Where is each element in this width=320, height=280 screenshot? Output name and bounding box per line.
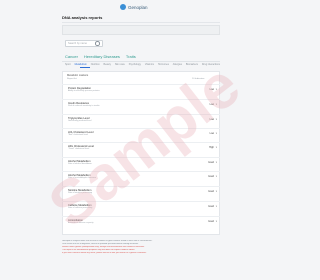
sub-tabs: Sport Metabolism Nutrition Beauty Skin c… bbox=[65, 63, 220, 66]
subtab-drug-interactions[interactable]: Drug interactions bbox=[202, 63, 220, 66]
row-description: Genetically predicted level bbox=[68, 120, 92, 123]
row-description: Rate of acetaldehyde clearance bbox=[68, 177, 97, 180]
subtab-vitamins[interactable]: Vitamins bbox=[145, 63, 154, 66]
title-divider bbox=[62, 22, 220, 23]
subtab-skin-care[interactable]: Skin care bbox=[115, 63, 125, 66]
report-row[interactable]: Nicotine Metabolism Rate of nicotine pro… bbox=[62, 186, 220, 196]
chevron-down-icon[interactable]: ▾ bbox=[216, 146, 217, 149]
report-row[interactable]: Protein Degradation Ability to efficient… bbox=[62, 84, 220, 94]
report-row[interactable]: LDL Cholesterol Level "Bad" cholesterol … bbox=[62, 128, 220, 138]
row-description: "Good" cholesterol level bbox=[68, 148, 90, 151]
tab-hereditary-diseases[interactable]: Hereditary Diseases bbox=[84, 54, 120, 59]
chevron-down-icon[interactable]: ▾ bbox=[216, 175, 217, 178]
row-description: Risk of reduced sensitivity to insulin bbox=[68, 105, 100, 108]
row-description: Rate of nicotine processing bbox=[68, 192, 93, 195]
card-subtitle: Report list bbox=[67, 78, 77, 80]
report-row[interactable]: Alcohol Metabolism Rate of alcohol break… bbox=[62, 157, 220, 167]
subtab-sport[interactable]: Sport bbox=[65, 63, 71, 66]
row-level: Good bbox=[208, 205, 214, 208]
page-title: DNA analysis reports bbox=[62, 15, 103, 20]
row-level: Good bbox=[208, 190, 214, 193]
row-level: Good bbox=[208, 220, 214, 223]
report-row[interactable]: Caffeine Metabolism Rate of caffeine pro… bbox=[62, 201, 220, 211]
subtab-hormones[interactable]: Hormones bbox=[158, 63, 169, 66]
report-row[interactable]: Insulin Resistance Risk of reduced sensi… bbox=[62, 99, 220, 109]
logo-icon bbox=[120, 4, 126, 10]
logo-text: Genoplan bbox=[128, 4, 148, 10]
chevron-down-icon[interactable]: ▾ bbox=[216, 190, 217, 193]
chevron-down-icon[interactable]: ▾ bbox=[216, 132, 217, 135]
subtab-allergies[interactable]: Allergies bbox=[173, 63, 182, 66]
active-subtab-indicator bbox=[80, 67, 90, 68]
search-input[interactable]: Search by name bbox=[68, 42, 95, 45]
disclaimer: Genoplan's analysis takes into account a… bbox=[62, 240, 220, 255]
subtab-metabolism[interactable]: Metabolism bbox=[75, 63, 87, 66]
subtab-nutrition[interactable]: Nutrition bbox=[91, 63, 100, 66]
chevron-down-icon[interactable]: ▾ bbox=[216, 118, 217, 121]
tab-traits[interactable]: Traits bbox=[126, 54, 136, 59]
tab-cancer[interactable]: Cancer bbox=[65, 54, 78, 59]
row-level: Low bbox=[209, 132, 214, 135]
chevron-down-icon[interactable]: ▾ bbox=[216, 88, 217, 91]
row-level: Low bbox=[209, 103, 214, 106]
row-level: Good bbox=[208, 175, 214, 178]
chevron-down-icon[interactable]: ▾ bbox=[216, 161, 217, 164]
main-tabs: Cancer Hereditary Diseases Traits bbox=[65, 54, 136, 59]
search-box[interactable]: Search by name bbox=[65, 40, 103, 47]
row-description: Ability to efficiently process proteins bbox=[68, 90, 100, 93]
report-row[interactable]: HDL Cholesterol Level "Good" cholesterol… bbox=[62, 142, 220, 152]
row-description: Rate of alcohol breakdown bbox=[68, 163, 92, 166]
row-description: Rate of caffeine processing bbox=[68, 207, 93, 210]
row-level: High bbox=[209, 146, 214, 149]
chevron-down-icon[interactable]: ▾ bbox=[216, 220, 217, 223]
row-level: Low bbox=[209, 88, 214, 91]
subtab-psychology[interactable]: Psychology bbox=[129, 63, 141, 66]
row-level: Good bbox=[208, 161, 214, 164]
row-level: Low bbox=[209, 118, 214, 121]
search-icon[interactable] bbox=[95, 41, 100, 46]
row-description: "Bad" cholesterol level bbox=[68, 134, 88, 137]
report-row[interactable]: Antioxidation Antioxidant defense capaci… bbox=[62, 216, 220, 226]
chevron-down-icon[interactable]: ▾ bbox=[216, 103, 217, 106]
subtab-biomarkers[interactable]: Biomarkers bbox=[186, 63, 198, 66]
report-row[interactable]: Triglycerides Level Genetically predicte… bbox=[62, 114, 220, 124]
report-row[interactable]: Alcohol Metabolism Rate of acetaldehyde … bbox=[62, 171, 220, 181]
disclaimer-line: If you have concerns about any result, p… bbox=[62, 252, 147, 254]
card-indicator-count: 10 Indicators bbox=[192, 78, 205, 80]
row-description: Antioxidant defense capacity bbox=[68, 222, 94, 225]
report-banner bbox=[62, 25, 220, 35]
tabs-divider bbox=[62, 61, 220, 62]
subtab-beauty[interactable]: Beauty bbox=[104, 63, 111, 66]
chevron-down-icon[interactable]: ▾ bbox=[216, 205, 217, 208]
card-title: Metabolic markers bbox=[67, 74, 89, 77]
app-logo[interactable]: Genoplan bbox=[120, 3, 148, 11]
